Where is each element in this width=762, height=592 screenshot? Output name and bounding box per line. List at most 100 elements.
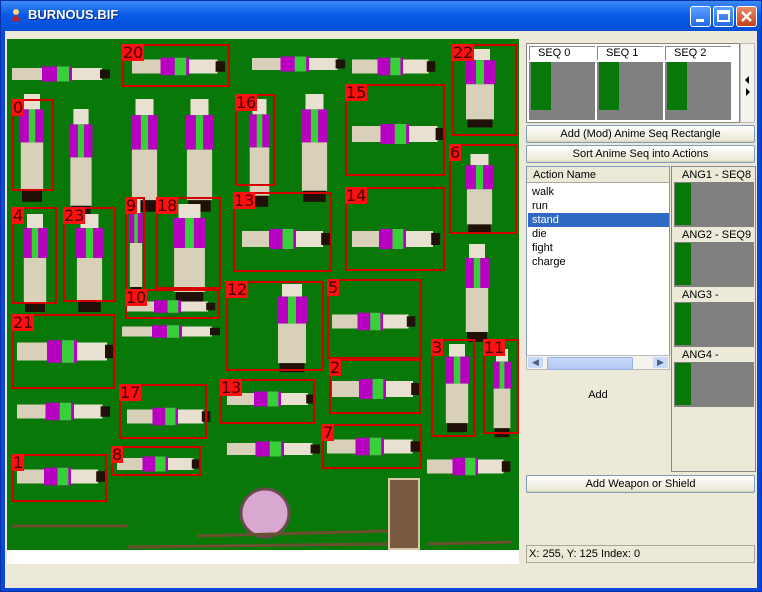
minimize-icon bbox=[696, 19, 704, 22]
title-bar[interactable]: BURNOUS.BIF bbox=[1, 1, 761, 31]
character-sprite bbox=[301, 94, 328, 202]
list-item[interactable]: fight bbox=[528, 241, 669, 255]
door-sprite bbox=[388, 478, 420, 550]
list-item[interactable]: run bbox=[528, 199, 669, 213]
character-sprite bbox=[186, 99, 213, 212]
sort-anime-seq-button[interactable]: Sort Anime Seq into Actions bbox=[526, 145, 755, 163]
anime-seq-rectangle[interactable]: 22 bbox=[452, 44, 517, 136]
anime-seq-rectangle[interactable]: 21 bbox=[12, 314, 115, 389]
scroll-left-icon[interactable]: ◀ bbox=[528, 357, 543, 368]
sequence-preview bbox=[597, 62, 663, 120]
shield-sprite bbox=[239, 487, 291, 539]
sprite-thumbnail bbox=[531, 62, 551, 110]
list-item[interactable]: charge bbox=[528, 255, 669, 269]
button-label: Sort Anime Seq into Actions bbox=[572, 148, 709, 160]
button-label: Add (Mod) Anime Seq Rectangle bbox=[560, 128, 721, 140]
anime-seq-rectangle[interactable]: 8 bbox=[111, 446, 201, 476]
list-item[interactable]: stand bbox=[528, 213, 669, 227]
sequence-tile[interactable]: SEQ 2 bbox=[665, 46, 731, 120]
seq-index-label: 18 bbox=[156, 196, 179, 215]
seq-index-label: 20 bbox=[122, 43, 145, 62]
sprite-thumbnail bbox=[675, 363, 691, 405]
anime-seq-rectangle[interactable]: 3 bbox=[431, 339, 475, 437]
app-window: BURNOUS.BIF 20 22 0 16 15 6 4 23 9 18 13 14 10 12 5 21 3… bbox=[0, 0, 762, 592]
canvas-bottom-strip bbox=[7, 550, 519, 564]
character-sprite bbox=[227, 441, 321, 457]
character-sprite bbox=[352, 57, 436, 76]
anime-seq-rectangle[interactable]: 10 bbox=[125, 289, 220, 319]
weapon-sprite bbox=[126, 542, 388, 549]
anime-seq-rectangle[interactable]: 13 bbox=[233, 192, 332, 272]
character-sprite bbox=[12, 66, 110, 82]
add-action-button[interactable]: Add bbox=[526, 372, 670, 472]
weapon-sprite bbox=[196, 529, 388, 538]
anime-seq-rectangle[interactable]: 18 bbox=[156, 197, 221, 289]
seq-index-label: 22 bbox=[452, 43, 475, 62]
anime-seq-rectangle[interactable]: 1 bbox=[12, 454, 107, 502]
seq-index-label: 16 bbox=[235, 93, 258, 112]
anime-seq-rectangle[interactable]: 4 bbox=[12, 207, 57, 304]
window-title: BURNOUS.BIF bbox=[28, 7, 119, 22]
angle-tile[interactable]: ANG2 - SEQ9 bbox=[674, 229, 754, 289]
angle-tile[interactable]: ANG4 - SEQ11 bbox=[674, 349, 754, 409]
angle-preview bbox=[674, 242, 754, 287]
sprite-thumbnail bbox=[675, 183, 691, 225]
anime-seq-rectangle[interactable]: 15 bbox=[345, 84, 445, 176]
maximize-button[interactable] bbox=[713, 6, 734, 27]
anime-seq-rectangle[interactable]: 2 bbox=[329, 359, 421, 414]
anime-seq-rectangle[interactable]: 16 bbox=[235, 94, 275, 186]
angle-tile[interactable]: ANG3 - SEQ10 bbox=[674, 289, 754, 349]
scroll-thumb[interactable] bbox=[547, 357, 633, 370]
anime-seq-rectangle[interactable]: 14 bbox=[345, 187, 445, 271]
sprite-thumbnail bbox=[675, 303, 691, 345]
sequence-preview bbox=[529, 62, 595, 120]
seq-index-label: 6 bbox=[449, 143, 462, 162]
anime-seq-rectangle[interactable]: 12 bbox=[226, 281, 324, 371]
sequence-scroll-arrows[interactable] bbox=[740, 43, 755, 123]
seq-index-label: 11 bbox=[483, 338, 506, 357]
weapon-sprite bbox=[426, 540, 513, 546]
list-item[interactable]: walk bbox=[528, 185, 669, 199]
anime-seq-rectangle[interactable]: 17 bbox=[119, 384, 207, 439]
action-list-hscroll[interactable]: ◀ ▶ bbox=[526, 355, 670, 370]
seq-index-label: 13 bbox=[233, 191, 256, 210]
angle-label: ANG1 - SEQ8 bbox=[682, 169, 752, 181]
add-anime-seq-rectangle-button[interactable]: Add (Mod) Anime Seq Rectangle bbox=[526, 125, 755, 143]
scroll-right-icon[interactable]: ▶ bbox=[653, 357, 668, 368]
anime-seq-rectangle[interactable]: 11 bbox=[483, 339, 519, 434]
seq-index-label: 13 bbox=[220, 378, 243, 397]
anime-seq-rectangle[interactable]: 9 bbox=[125, 197, 145, 297]
anime-seq-rectangle[interactable]: 5 bbox=[327, 279, 422, 359]
minimize-button[interactable] bbox=[690, 6, 711, 27]
character-sprite bbox=[69, 109, 93, 217]
seq-index-label: 10 bbox=[125, 288, 148, 307]
sequence-tile[interactable]: SEQ 0 bbox=[529, 46, 595, 120]
sprite-canvas[interactable]: 20 22 0 16 15 6 4 23 9 18 13 14 10 12 5 21 3 11 17 13 2 7 1 8 bbox=[7, 39, 519, 550]
anime-seq-rectangle[interactable]: 20 bbox=[122, 44, 230, 87]
seq-index-label: 3 bbox=[431, 338, 444, 357]
list-item[interactable]: die bbox=[528, 227, 669, 241]
anime-seq-rectangle[interactable]: 7 bbox=[322, 424, 422, 469]
add-weapon-or-shield-button[interactable]: Add Weapon or Shield bbox=[526, 475, 755, 493]
angle-preview bbox=[674, 302, 754, 347]
anime-seq-rectangle[interactable]: 0 bbox=[12, 99, 54, 191]
app-icon bbox=[11, 9, 21, 21]
button-label: Add Weapon or Shield bbox=[585, 478, 696, 490]
seq-index-label: 4 bbox=[12, 206, 25, 225]
action-list[interactable]: Action Name walk run stand die fight cha… bbox=[526, 166, 670, 370]
seq-index-label: 23 bbox=[63, 206, 86, 225]
sprite-thumbnail bbox=[675, 243, 691, 285]
angle-tile[interactable]: ANG1 - SEQ8 bbox=[674, 169, 754, 229]
sequence-tile[interactable]: SEQ 1 bbox=[597, 46, 663, 120]
character-sprite bbox=[17, 402, 111, 421]
status-bar: X: 255, Y: 125 Index: 0 bbox=[526, 545, 755, 563]
anime-seq-rectangle[interactable]: 23 bbox=[63, 207, 116, 302]
close-button[interactable] bbox=[736, 6, 757, 27]
anime-seq-rectangle[interactable]: 6 bbox=[449, 144, 517, 234]
sprite-thumbnail bbox=[599, 62, 619, 110]
anime-seq-rectangle[interactable]: 13 bbox=[220, 379, 315, 424]
character-sprite bbox=[427, 457, 511, 476]
angle-preview bbox=[674, 182, 754, 227]
action-list-header[interactable]: Action Name bbox=[527, 167, 669, 183]
seq-index-label: 9 bbox=[125, 196, 138, 215]
